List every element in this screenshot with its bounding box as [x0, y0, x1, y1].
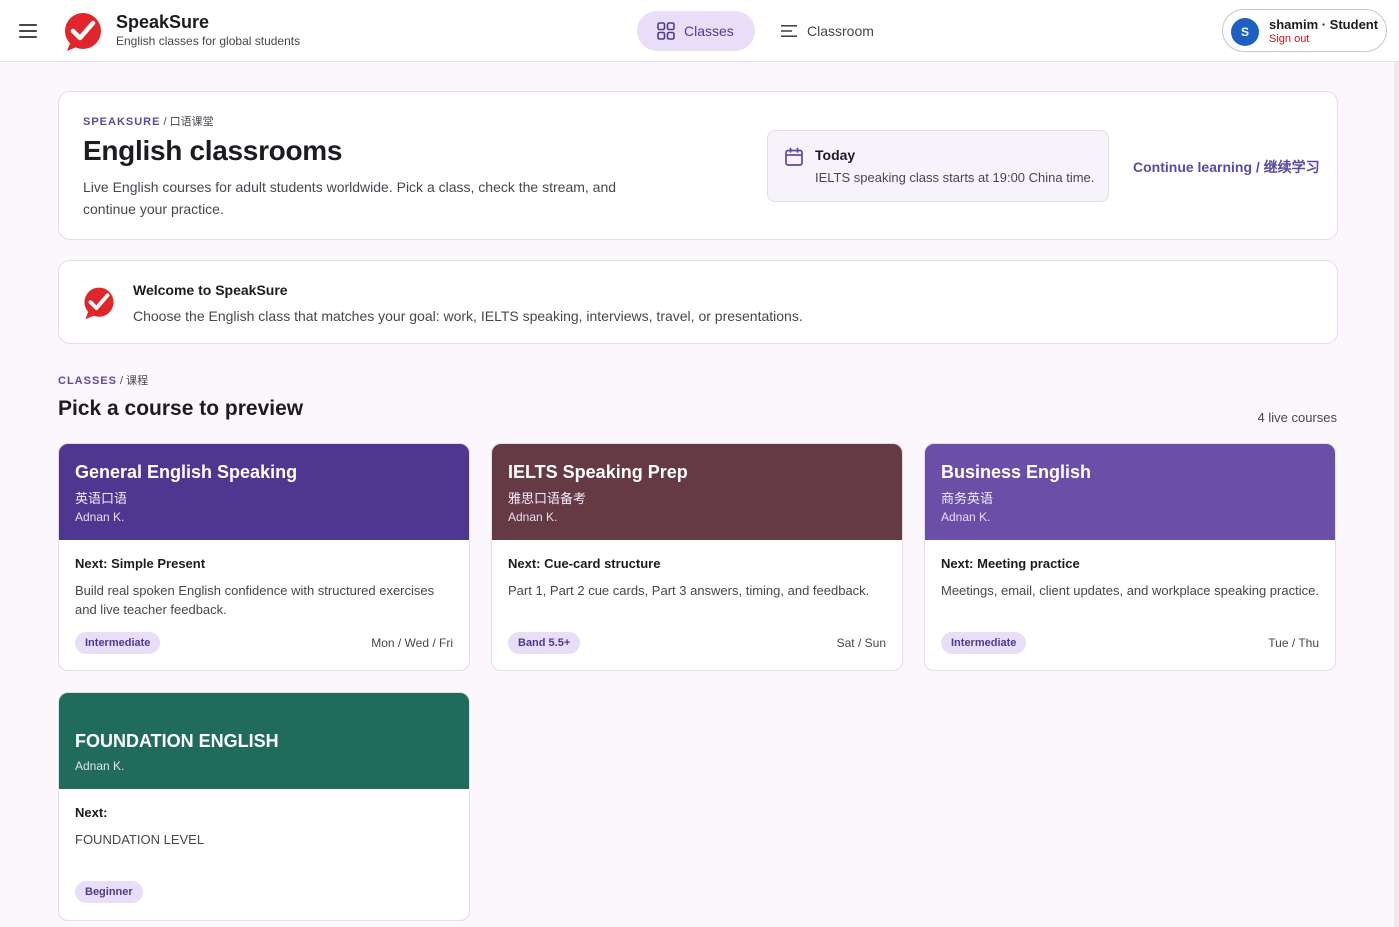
course-next-lesson: Next:	[75, 805, 108, 820]
today-notice: Today IELTS speaking class starts at 19:…	[767, 130, 1109, 202]
course-title: IELTS Speaking Prep	[508, 462, 688, 482]
course-title-cn: 英语口语	[75, 491, 128, 506]
app-tagline: English classes for global students	[116, 34, 301, 48]
nav-classes-label: Classes	[684, 23, 734, 39]
course-card[interactable]: General English Speaking 英语口语 Adnan K. N…	[58, 443, 470, 671]
top-app-bar: SpeakSure English classes for global stu…	[0, 0, 1399, 62]
section-eyebrow: CLASSES / 课程	[58, 372, 148, 388]
nav-classroom-tab[interactable]: Classroom	[768, 11, 888, 51]
today-text: IELTS speaking class starts at 19:00 Chi…	[815, 170, 1095, 185]
course-level-badge: Beginner	[75, 881, 143, 903]
user-account-chip[interactable]: S shamim · Student Sign out	[1222, 9, 1387, 52]
menu-icon[interactable]	[14, 17, 42, 45]
section-eyebrow-main: CLASSES	[58, 375, 117, 387]
section-eyebrow-separator: /	[116, 375, 127, 387]
avatar: S	[1231, 18, 1259, 46]
calendar-icon	[785, 147, 803, 166]
continue-learning-link[interactable]: Continue learning / 继续学习	[1133, 157, 1320, 177]
course-card-header: Business English 商务英语 Adnan K.	[925, 444, 1335, 540]
course-card[interactable]: IELTS Speaking Prep 雅思口语备考 Adnan K. Next…	[491, 443, 903, 671]
course-teacher: Adnan K.	[75, 759, 125, 773]
course-title-cn: 雅思口语备考	[508, 491, 587, 506]
course-card[interactable]: FOUNDATION ENGLISH Adnan K. Next: FOUNDA…	[58, 692, 470, 921]
hero-eyebrow-cn: 口语课堂	[169, 116, 214, 128]
hero-card: SPEAKSURE / 口语课堂 English classrooms Live…	[58, 91, 1338, 240]
course-schedule: Sat / Sun	[836, 636, 886, 650]
course-level-badge: Intermediate	[75, 632, 161, 654]
course-next-lesson: Next: Simple Present	[75, 556, 206, 571]
section-title: Pick a course to preview	[58, 397, 304, 420]
course-level-badge: Intermediate	[941, 632, 1027, 654]
hero-eyebrow: SPEAKSURE / 口语课堂	[83, 113, 214, 129]
course-description: Meetings, email, client updates, and wor…	[941, 583, 1319, 598]
course-card-header: IELTS Speaking Prep 雅思口语备考 Adnan K.	[492, 444, 902, 540]
course-card-header: General English Speaking 英语口语 Adnan K.	[59, 444, 469, 540]
course-level-badge: Band 5.5+	[508, 632, 581, 654]
nav-classes-tab[interactable]: Classes	[637, 11, 755, 51]
hero-eyebrow-main: SPEAKSURE	[83, 116, 161, 128]
speaksure-logo	[65, 13, 101, 51]
course-schedule: Mon / Wed / Fri	[371, 636, 453, 650]
notes-icon	[781, 25, 797, 37]
course-description: Build real spoken English confidence wit…	[75, 583, 435, 617]
course-card-body: Next: Cue-card structure Part 1, Part 2 …	[492, 540, 902, 670]
section-eyebrow-cn: 课程	[126, 375, 149, 387]
course-title-cn: 商务英语	[941, 491, 994, 506]
course-next-lesson: Next: Meeting practice	[941, 556, 1080, 571]
course-card[interactable]: Business English 商务英语 Adnan K. Next: Mee…	[924, 443, 1336, 671]
grid-icon	[657, 22, 675, 40]
course-description: FOUNDATION LEVEL	[75, 832, 205, 847]
scrollbar[interactable]	[1394, 62, 1399, 927]
course-teacher: Adnan K.	[75, 510, 125, 524]
today-title: Today	[815, 147, 856, 163]
course-teacher: Adnan K.	[508, 510, 558, 524]
page-title: English classrooms	[83, 135, 343, 166]
course-teacher: Adnan K.	[941, 510, 991, 524]
nav-classroom-label: Classroom	[807, 23, 874, 39]
live-course-count: 4 live courses	[1257, 410, 1337, 425]
welcome-title: Welcome to SpeakSure	[133, 282, 288, 298]
sign-out-link[interactable]: Sign out	[1269, 33, 1309, 45]
speaksure-logo	[84, 287, 114, 320]
app-name: SpeakSure	[116, 12, 210, 32]
course-title: Business English	[941, 462, 1092, 482]
hero-eyebrow-separator: /	[160, 116, 170, 128]
course-description: Part 1, Part 2 cue cards, Part 3 answers…	[508, 583, 870, 598]
course-title: FOUNDATION ENGLISH	[75, 731, 279, 751]
course-title: General English Speaking	[75, 462, 298, 482]
user-display-name: shamim · Student	[1269, 17, 1379, 32]
welcome-card: Welcome to SpeakSure Choose the English …	[58, 260, 1338, 344]
welcome-text: Choose the English class that matches yo…	[133, 308, 803, 324]
course-card-body: Next: FOUNDATION LEVEL Beginner	[59, 789, 469, 919]
course-schedule: Tue / Thu	[1268, 636, 1319, 650]
course-next-lesson: Next: Cue-card structure	[508, 556, 661, 571]
course-card-header: FOUNDATION ENGLISH Adnan K.	[59, 693, 469, 789]
course-card-body: Next: Meeting practice Meetings, email, …	[925, 540, 1335, 670]
hero-description: Live English courses for adult students …	[83, 179, 617, 217]
course-card-body: Next: Simple Present Build real spoken E…	[59, 540, 469, 670]
